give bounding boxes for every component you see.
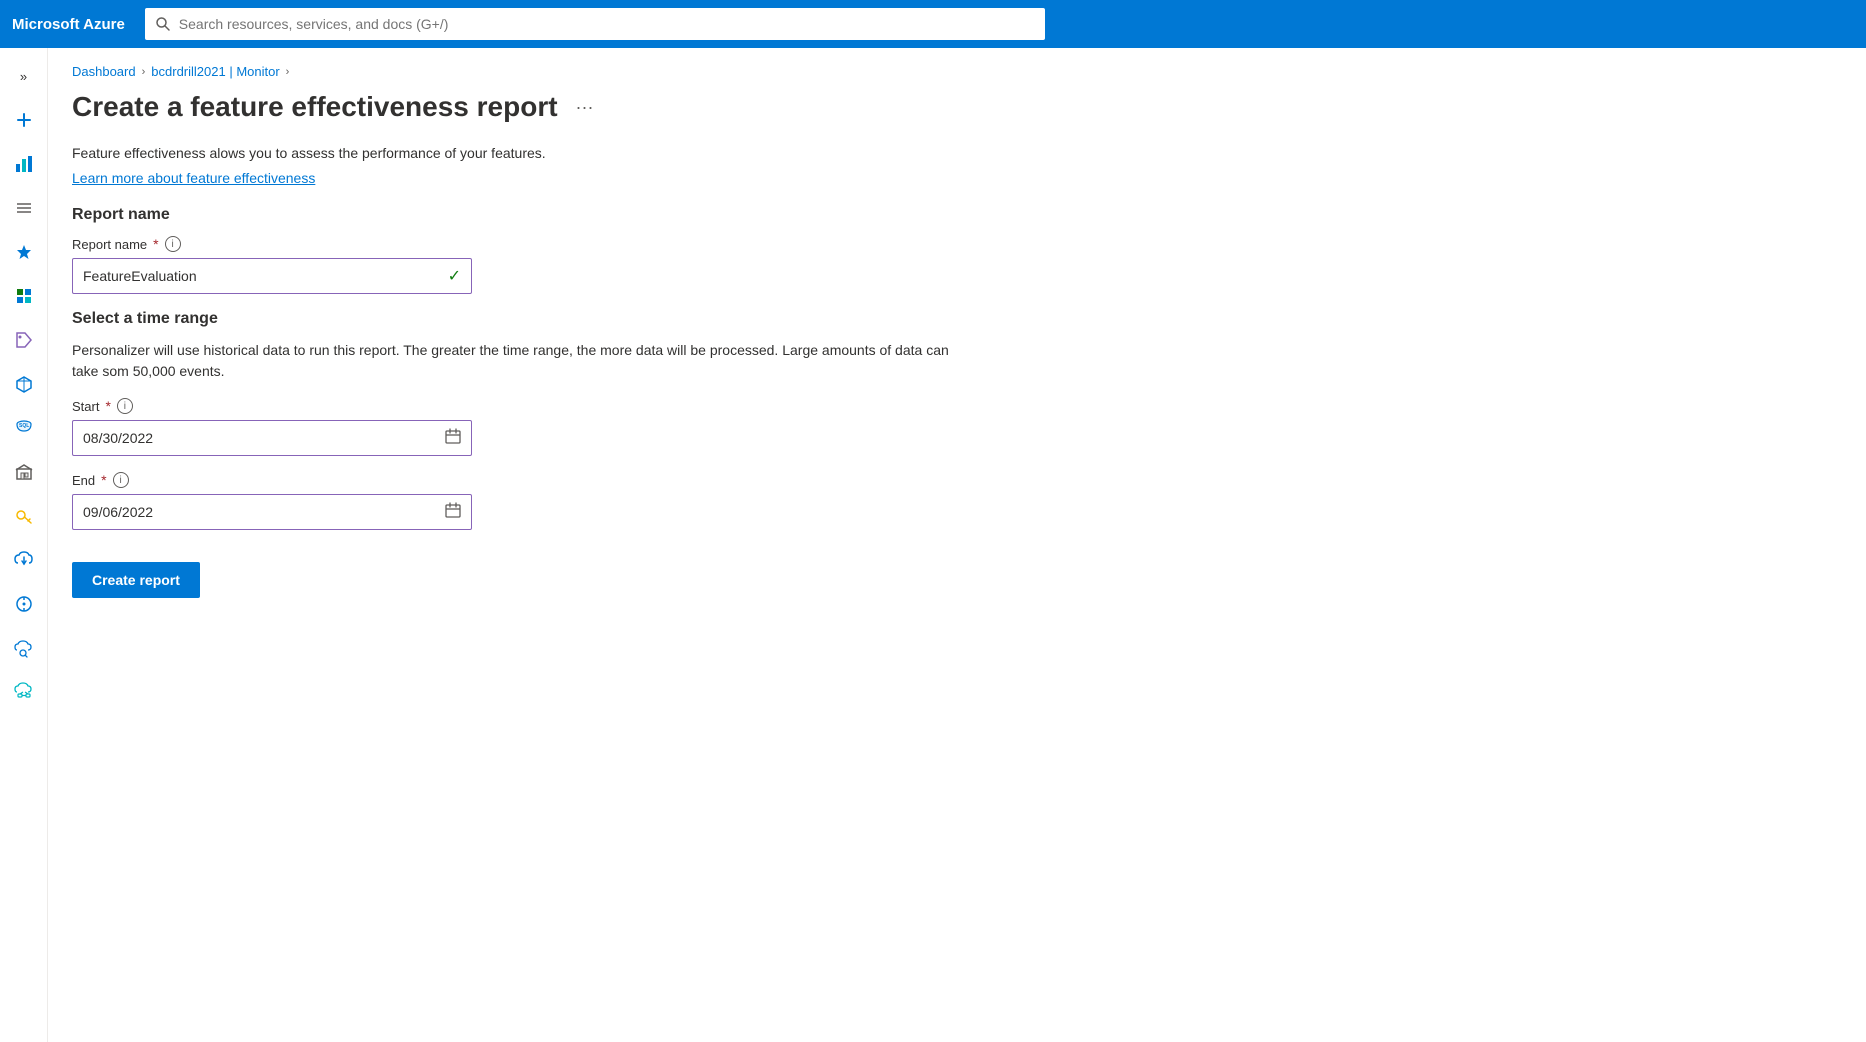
report-name-section-title: Report name [72, 206, 1842, 224]
top-bar: Microsoft Azure [0, 0, 1866, 48]
end-label: End [72, 473, 95, 488]
report-name-section: Report name Report name * i ✓ [72, 206, 1842, 294]
sidebar-item-sql[interactable]: SQL [4, 408, 44, 448]
start-date-field: Start * i [72, 398, 1842, 456]
breadcrumb-dashboard[interactable]: Dashboard [72, 64, 136, 79]
page-title: Create a feature effectiveness report [72, 91, 558, 123]
time-range-section: Select a time range Personalizer will us… [72, 310, 1842, 530]
time-range-section-title: Select a time range [72, 310, 1842, 328]
end-required: * [101, 472, 106, 488]
breadcrumb-sep-1: › [142, 66, 146, 78]
search-cloud-icon [14, 638, 34, 658]
end-date-input[interactable] [83, 504, 445, 520]
sidebar-item-all-resources[interactable] [4, 188, 44, 228]
content-area: Dashboard › bcdrdrill2021 | Monitor › Cr… [48, 48, 1866, 1042]
sidebar-item-compass[interactable] [4, 584, 44, 624]
sidebar-item-favorites[interactable] [4, 232, 44, 272]
time-range-description: Personalizer will use historical data to… [72, 340, 972, 382]
compass-icon [15, 595, 33, 613]
sql-icon: SQL [13, 417, 35, 439]
create-report-button[interactable]: Create report [72, 562, 200, 598]
end-calendar-icon[interactable] [445, 502, 461, 523]
sidebar-expand[interactable]: » [4, 56, 44, 96]
start-label-row: Start * i [72, 398, 1842, 414]
sidebar-item-new[interactable] [4, 100, 44, 140]
sidebar-item-tags[interactable] [4, 320, 44, 360]
end-date-input-wrapper[interactable] [72, 494, 472, 530]
star-icon [15, 243, 33, 261]
learn-more-link[interactable]: Learn more about feature effectiveness [72, 170, 315, 186]
report-name-input-wrapper[interactable]: ✓ [72, 258, 472, 294]
sidebar-item-cloud-sync[interactable] [4, 540, 44, 580]
cloud-network-icon [14, 682, 34, 702]
grid-icon [15, 287, 33, 305]
sidebar-item-search-cloud[interactable] [4, 628, 44, 668]
report-name-field: Report name * i ✓ [72, 236, 1842, 294]
building-icon [15, 463, 33, 481]
sidebar-item-analytics[interactable] [4, 144, 44, 184]
sidebar-item-resource-groups[interactable] [4, 364, 44, 404]
report-name-required: * [153, 236, 158, 252]
tag-icon [15, 331, 33, 349]
sidebar: » [0, 48, 48, 1042]
svg-text:SQL: SQL [19, 423, 29, 429]
search-input[interactable] [179, 16, 1035, 32]
cube-icon [15, 375, 33, 393]
more-options-button[interactable]: ··· [570, 93, 600, 122]
expand-icon: » [20, 69, 27, 84]
report-name-check-icon: ✓ [448, 266, 461, 286]
feature-description: Feature effectiveness alows you to asses… [72, 143, 1842, 164]
report-name-info-icon[interactable]: i [165, 236, 181, 252]
end-label-row: End * i [72, 472, 1842, 488]
breadcrumb-sep-2: › [286, 66, 290, 78]
end-date-field: End * i [72, 472, 1842, 530]
list-icon [15, 199, 33, 217]
brand-label: Microsoft Azure [12, 16, 125, 33]
page-title-row: Create a feature effectiveness report ··… [72, 91, 1842, 123]
end-info-icon[interactable]: i [113, 472, 129, 488]
start-date-input[interactable] [83, 430, 445, 446]
start-date-input-wrapper[interactable] [72, 420, 472, 456]
start-required: * [105, 398, 110, 414]
report-name-label: Report name [72, 237, 147, 252]
key-icon [15, 507, 33, 525]
chart-icon [14, 154, 34, 174]
breadcrumb-monitor[interactable]: bcdrdrill2021 | Monitor [151, 64, 279, 79]
cloud-sync-icon [14, 550, 34, 570]
report-name-label-row: Report name * i [72, 236, 1842, 252]
report-name-input[interactable] [83, 268, 448, 284]
sidebar-item-dashboard[interactable] [4, 276, 44, 316]
sidebar-item-cloud-network[interactable] [4, 672, 44, 712]
start-label: Start [72, 399, 99, 414]
sidebar-item-keys[interactable] [4, 496, 44, 536]
breadcrumb: Dashboard › bcdrdrill2021 | Monitor › [72, 64, 1842, 79]
start-calendar-icon[interactable] [445, 428, 461, 449]
search-icon [155, 16, 171, 32]
search-box[interactable] [145, 8, 1045, 40]
start-info-icon[interactable]: i [117, 398, 133, 414]
sidebar-item-marketplace[interactable] [4, 452, 44, 492]
plus-icon [15, 111, 33, 129]
